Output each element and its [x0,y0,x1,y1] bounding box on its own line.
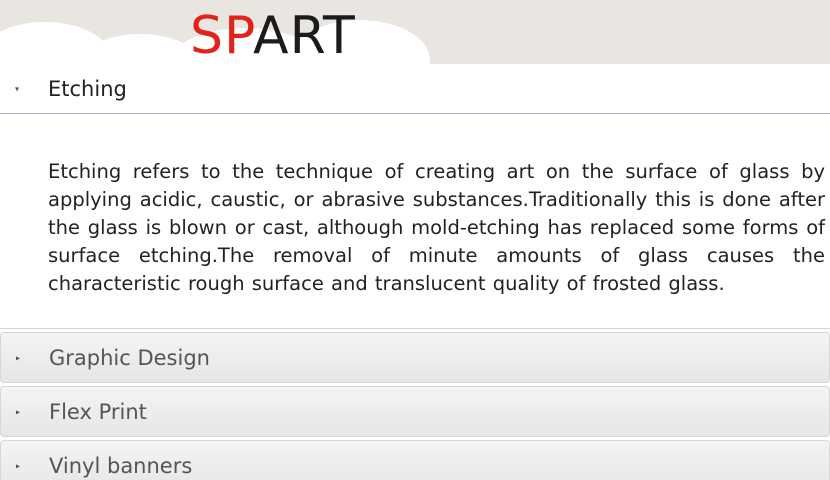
panel-description: Etching refers to the technique of creat… [48,160,825,295]
accordion-label: Flex Print [49,399,147,424]
site-header: SPART [0,0,830,64]
caret-down-icon: ▾ [15,84,20,93]
accordion-item-flex-print: ▸ Flex Print [0,386,830,437]
caret-right-icon: ▸ [16,461,21,470]
caret-right-icon: ▸ [16,353,21,362]
accordion-item-graphic-design: ▸ Graphic Design [0,332,830,383]
accordion-header-graphic-design[interactable]: ▸ Graphic Design [0,332,830,383]
accordion-label: Graphic Design [49,345,210,370]
caret-right-icon: ▸ [16,407,21,416]
site-logo[interactable]: SPART [190,8,356,64]
accordion-header-flex-print[interactable]: ▸ Flex Print [0,386,830,437]
accordion-item-vinyl-banners: ▸ Vinyl banners [0,440,830,480]
logo-part-red: SP [190,6,254,64]
accordion-header-etching[interactable]: ▾ Etching [0,64,830,114]
accordion-panel-etching: Etching refers to the technique of creat… [0,114,830,329]
accordion-item-etching: ▾ Etching Etching refers to the techniqu… [0,64,830,329]
accordion-header-vinyl-banners[interactable]: ▸ Vinyl banners [0,440,830,480]
accordion-label: Etching [48,76,127,101]
accordion-label: Vinyl banners [49,453,193,478]
logo-part-dark: ART [253,6,356,64]
